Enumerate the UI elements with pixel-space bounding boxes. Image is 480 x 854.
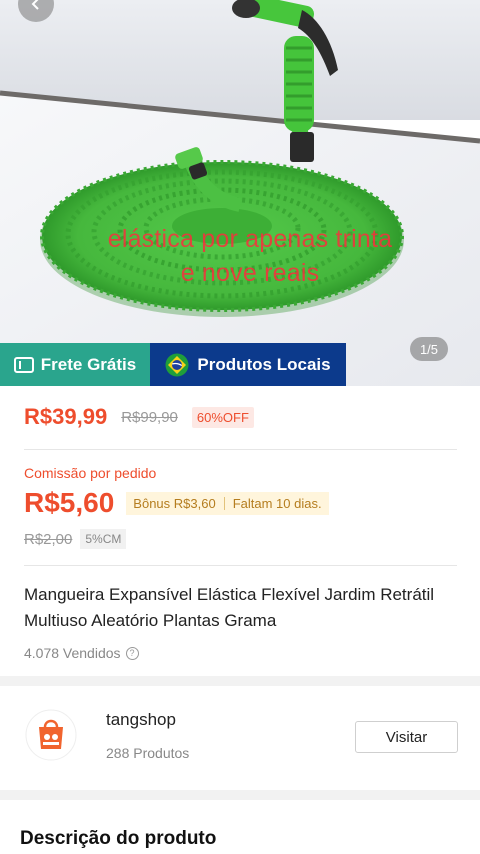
commission-rate-tag: 5%CM <box>80 529 127 549</box>
discount-badge: 60%OFF <box>191 406 254 428</box>
section-gap <box>0 790 480 800</box>
chevron-left-icon <box>31 0 39 10</box>
local-products-label: Produtos Locais <box>197 354 331 374</box>
bonus-amount: Bônus R$3,60 <box>133 495 216 511</box>
sold-count-label: 4.078 Vendidos <box>24 645 121 661</box>
shop-name[interactable]: tangshop <box>106 710 176 730</box>
product-image-carousel[interactable]: elástica por apenas trinta e nove reais … <box>0 0 480 386</box>
image-counter: 1/5 <box>410 337 448 361</box>
help-icon[interactable]: ? <box>125 646 139 660</box>
commission-old-row: R$2,00 5%CM <box>24 529 127 549</box>
local-products-badge: Produtos Locais <box>150 343 346 386</box>
commission-value: R$5,60 <box>24 487 115 518</box>
shipping-badges: Frete Grátis Produtos Locais <box>0 343 346 386</box>
divider <box>24 449 457 450</box>
shipping-ticket-icon <box>13 356 34 373</box>
shop-logo[interactable] <box>25 709 77 761</box>
product-photo-hose <box>0 0 480 386</box>
image-caption-overlay: elástica por apenas trinta e nove reais <box>0 222 480 290</box>
bonus-days-left: Faltam 10 dias. <box>232 495 322 511</box>
product-title: Mangueira Expansível Elástica Flexível J… <box>24 585 435 630</box>
shop-product-count: 288 Produtos <box>106 745 190 761</box>
bonus-separator <box>223 496 225 510</box>
commission-row: R$5,60 Bônus R$3,60 Faltam 10 dias. <box>24 487 329 519</box>
free-shipping-badge: Frete Grátis <box>0 343 150 386</box>
current-price: R$39,99 <box>24 404 108 429</box>
description-heading: Descrição do produto <box>20 828 217 849</box>
divider <box>24 565 457 566</box>
commission-old-value: R$2,00 <box>24 530 73 548</box>
price-row: R$39,99 R$99,90 60%OFF <box>24 404 254 430</box>
original-price: R$99,90 <box>121 408 178 426</box>
bonus-badge: Bônus R$3,60 Faltam 10 dias. <box>126 491 329 515</box>
caption-line-2: e nove reais <box>180 259 320 287</box>
free-shipping-label: Frete Grátis <box>40 354 137 374</box>
sold-count: 4.078 Vendidos ? <box>24 645 139 661</box>
section-gap <box>0 676 480 686</box>
caption-line-1: elástica por apenas trinta <box>107 225 393 253</box>
commission-label: Comissão por pedido <box>24 465 157 481</box>
brazil-flag-icon <box>165 353 189 376</box>
visit-shop-button[interactable]: Visitar <box>355 721 458 753</box>
